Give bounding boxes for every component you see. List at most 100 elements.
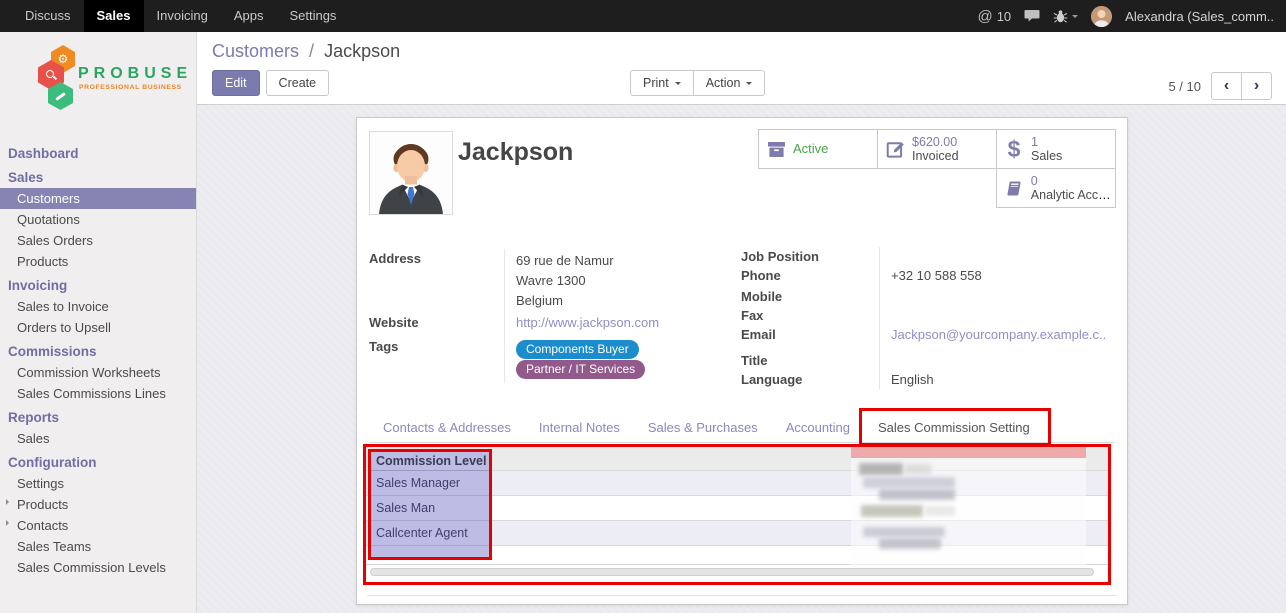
phone-label: Phone (741, 266, 879, 287)
archive-icon (759, 141, 793, 158)
breadcrumb-customers[interactable]: Customers (212, 41, 299, 61)
customer-photo (369, 131, 453, 215)
topbar: Discuss Sales Invoicing Apps Settings @ … (0, 0, 1286, 32)
commission-level-header: Commission Level (371, 452, 489, 471)
at-icon: @ (977, 8, 992, 25)
pager-previous-button[interactable]: ‹ (1211, 72, 1242, 100)
sidebar-header-dashboard[interactable]: Dashboard (0, 140, 196, 164)
logo-title: PROBUSE (78, 65, 192, 83)
annotation-rect-commission-level-column: Commission Level Sales Manager Sales Man… (368, 449, 492, 560)
sidebar-header-invoicing[interactable]: Invoicing (0, 272, 196, 296)
control-panel: Customers / Jackpson Edit Create Print A… (197, 32, 1286, 105)
job-position-value (879, 247, 1113, 266)
title-value (879, 351, 1113, 370)
dollar-icon: $ (997, 136, 1031, 163)
topbar-right: @ 10 Alexandra (Sales_comm.. (977, 6, 1274, 27)
language-value: English (879, 370, 1113, 390)
action-buttons: Print Action (630, 70, 765, 96)
main-menu: Discuss Sales Invoicing Apps Settings (12, 0, 349, 32)
redaction-highlight (851, 447, 1086, 458)
inbox-counter[interactable]: @ 10 (977, 8, 1011, 25)
notebook-tabs: Contacts & Addresses Internal Notes Sale… (369, 413, 1115, 443)
sidebar-item-config-contacts[interactable]: Contacts (0, 515, 196, 536)
horizontal-scrollbar[interactable] (370, 568, 1094, 576)
sidebar-item-orders-to-upsell[interactable]: Orders to Upsell (0, 317, 196, 338)
sidebar: ⚙ PROBUSE PROFESSIONAL BUSINESS Dashboar… (0, 32, 197, 613)
breadcrumb-current: Jackpson (324, 41, 400, 61)
title-label: Title (741, 351, 879, 370)
sidebar-header-reports[interactable]: Reports (0, 404, 196, 428)
tags-label: Tags (369, 337, 504, 383)
sidebar-item-sales-to-invoice[interactable]: Sales to Invoice (0, 296, 196, 317)
commission-level-cell[interactable]: Sales Manager (371, 471, 489, 496)
sidebar-item-config-products[interactable]: Products (0, 494, 196, 515)
sidebar-item-sales-orders[interactable]: Sales Orders (0, 230, 196, 251)
caret-down-icon (1072, 15, 1078, 21)
invoiced-stat-button[interactable]: $620.00Invoiced (877, 129, 997, 169)
pager-text: 5 / 10 (1168, 79, 1201, 94)
analytic-stat-button[interactable]: 0Analytic Acco... (996, 168, 1116, 208)
menu-sales[interactable]: Sales (84, 0, 144, 32)
commission-level-cell[interactable]: Sales Man (371, 496, 489, 521)
debug-icon[interactable] (1053, 9, 1078, 23)
pager-next-button[interactable]: › (1241, 72, 1272, 100)
address-label: Address (369, 249, 504, 313)
menu-apps[interactable]: Apps (221, 0, 277, 32)
expand-arrow-icon (6, 499, 12, 505)
menu-settings[interactable]: Settings (276, 0, 349, 32)
fields-right: Job Position Phone+32 10 588 558 Mobile … (741, 247, 1113, 390)
phone-value: +32 10 588 558 (879, 266, 1113, 287)
fax-value (879, 306, 1113, 325)
sidebar-item-reports-sales[interactable]: Sales (0, 428, 196, 449)
expand-arrow-icon (6, 520, 12, 526)
sidebar-item-sales-teams[interactable]: Sales Teams (0, 536, 196, 557)
website-link[interactable]: http://www.jackpson.com (516, 315, 659, 330)
content-area: Jackpson Active $620.00Invoiced $ 1Sa (197, 105, 1286, 613)
tag-components-buyer: Components Buyer (516, 340, 639, 359)
sidebar-nav: Dashboard Sales Customers Quotations Sal… (0, 140, 196, 578)
sidebar-header-configuration[interactable]: Configuration (0, 449, 196, 473)
tab-sales-purchases[interactable]: Sales & Purchases (634, 413, 772, 442)
tab-internal-notes[interactable]: Internal Notes (525, 413, 634, 442)
caret-down-icon (675, 82, 681, 88)
tab-accounting[interactable]: Accounting (772, 413, 864, 442)
sidebar-item-quotations[interactable]: Quotations (0, 209, 196, 230)
left-buttons: Edit Create (212, 70, 329, 96)
action-dropdown[interactable]: Action (693, 70, 766, 96)
mobile-label: Mobile (741, 287, 879, 306)
commission-level-cell[interactable]: Callcenter Agent (371, 521, 489, 546)
sidebar-item-sales-commission-levels[interactable]: Sales Commission Levels (0, 557, 196, 578)
stat-buttons: Active $620.00Invoiced $ 1Sales 0Ana (758, 129, 1117, 209)
tag-partner-it-services: Partner / IT Services (516, 360, 645, 379)
sidebar-item-products[interactable]: Products (0, 251, 196, 272)
user-avatar[interactable] (1091, 6, 1112, 27)
sidebar-header-commissions[interactable]: Commissions (0, 338, 196, 362)
sidebar-item-customers[interactable]: Customers (0, 188, 196, 209)
email-link[interactable]: Jackpson@yourcompany.example.c.. (891, 327, 1106, 342)
messages-icon[interactable] (1024, 9, 1040, 23)
fields-left: Address 69 rue de Namur Wavre 1300 Belgi… (369, 249, 721, 383)
menu-discuss[interactable]: Discuss (12, 0, 84, 32)
tab-sales-commission-setting[interactable]: Sales Commission Setting (864, 413, 1044, 442)
edit-button[interactable]: Edit (212, 70, 260, 96)
sidebar-item-commission-worksheets[interactable]: Commission Worksheets (0, 362, 196, 383)
user-menu[interactable]: Alexandra (Sales_comm.. (1125, 9, 1274, 24)
tab-contacts-addresses[interactable]: Contacts & Addresses (369, 413, 525, 442)
screen: Discuss Sales Invoicing Apps Settings @ … (0, 0, 1286, 613)
address-value: 69 rue de Namur Wavre 1300 Belgium (504, 249, 721, 313)
caret-down-icon (746, 82, 752, 88)
inbox-count: 10 (997, 9, 1011, 24)
sales-stat-button[interactable]: $ 1Sales (996, 129, 1116, 169)
language-label: Language (741, 370, 879, 390)
sidebar-item-sales-commissions-lines[interactable]: Sales Commissions Lines (0, 383, 196, 404)
pager: 5 / 10 ‹ › (1168, 72, 1272, 100)
breadcrumb: Customers / Jackpson (212, 41, 400, 62)
active-stat-button[interactable]: Active (758, 129, 878, 169)
book-icon (997, 180, 1031, 197)
record-title: Jackpson (458, 138, 573, 167)
menu-invoicing[interactable]: Invoicing (144, 0, 221, 32)
sidebar-item-settings[interactable]: Settings (0, 473, 196, 494)
sidebar-header-sales[interactable]: Sales (0, 164, 196, 188)
create-button[interactable]: Create (266, 70, 330, 96)
print-dropdown[interactable]: Print (630, 70, 694, 96)
